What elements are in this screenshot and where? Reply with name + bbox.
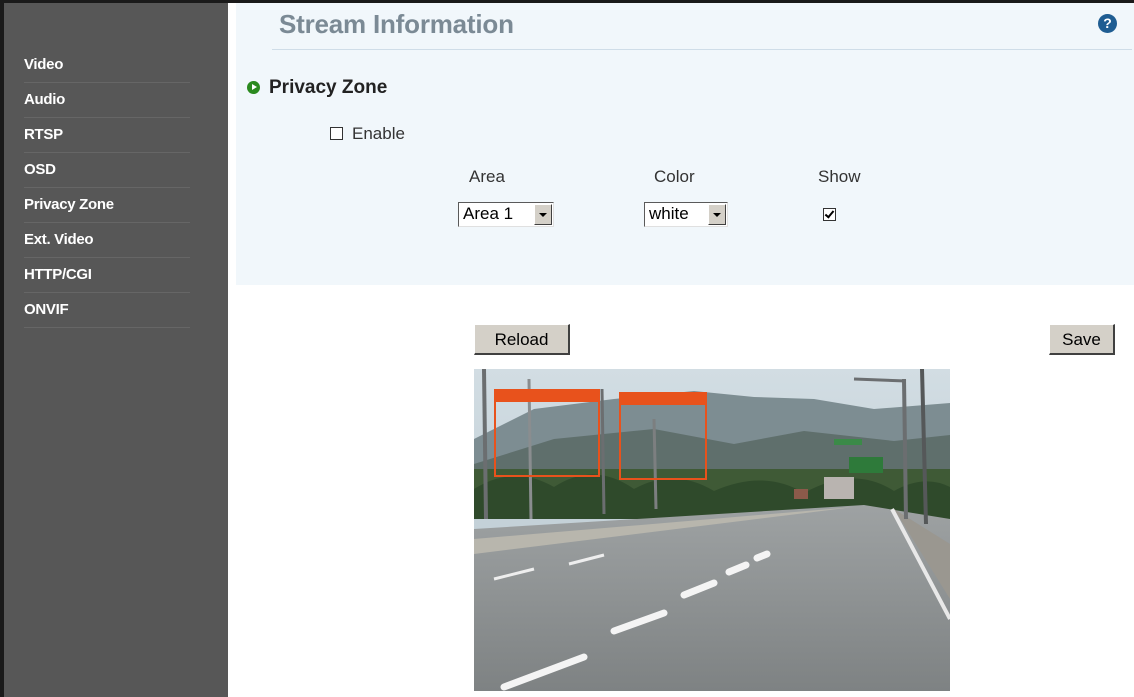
privacy-zone-box-1[interactable]: [494, 389, 600, 477]
sidebar-item-http-cgi[interactable]: HTTP/CGI: [24, 258, 190, 293]
area-select[interactable]: Area 1: [458, 202, 554, 227]
privacy-zone-bar: [496, 391, 598, 402]
chevron-down-icon[interactable]: [708, 204, 726, 225]
sidebar-item-onvif[interactable]: ONVIF: [24, 293, 190, 328]
sidebar-item-privacy-zone[interactable]: Privacy Zone: [24, 188, 190, 223]
sidebar-item-rtsp[interactable]: RTSP: [24, 118, 190, 153]
save-button[interactable]: Save: [1049, 324, 1115, 355]
sidebar-item-video[interactable]: Video: [24, 48, 190, 83]
color-select-value: white: [649, 204, 689, 223]
sidebar-item-osd[interactable]: OSD: [24, 153, 190, 188]
privacy-zone-bar: [621, 394, 705, 405]
color-column-header: Color: [654, 167, 695, 186]
chevron-down-icon[interactable]: [534, 204, 552, 225]
main-content: Stream Information ? Privacy Zone Enable…: [236, 3, 1134, 697]
help-icon[interactable]: ?: [1098, 14, 1117, 33]
section-title: Privacy Zone: [269, 77, 388, 98]
area-column-header: Area: [469, 167, 505, 186]
privacy-zone-box-2[interactable]: [619, 392, 707, 480]
sidebar-gutter: [228, 3, 236, 697]
area-select-value: Area 1: [463, 204, 514, 223]
camera-preview[interactable]: [474, 369, 950, 691]
enable-checkbox[interactable]: [330, 127, 343, 140]
sidebar-item-ext-video[interactable]: Ext. Video: [24, 223, 190, 258]
section-bullet-icon: [247, 81, 260, 94]
page-title: Stream Information: [279, 9, 514, 39]
sidebar-item-audio[interactable]: Audio: [24, 83, 190, 118]
settings-panel: Stream Information ? Privacy Zone Enable…: [236, 3, 1134, 285]
checkmark-icon: [824, 208, 835, 219]
show-column-header: Show: [818, 167, 861, 186]
reload-button[interactable]: Reload: [474, 324, 570, 355]
sidebar: Video Audio RTSP OSD Privacy Zone Ext. V…: [4, 3, 228, 697]
color-select[interactable]: white: [644, 202, 728, 227]
title-divider: [272, 49, 1132, 50]
show-checkbox[interactable]: [823, 208, 836, 221]
enable-label: Enable: [352, 124, 405, 143]
